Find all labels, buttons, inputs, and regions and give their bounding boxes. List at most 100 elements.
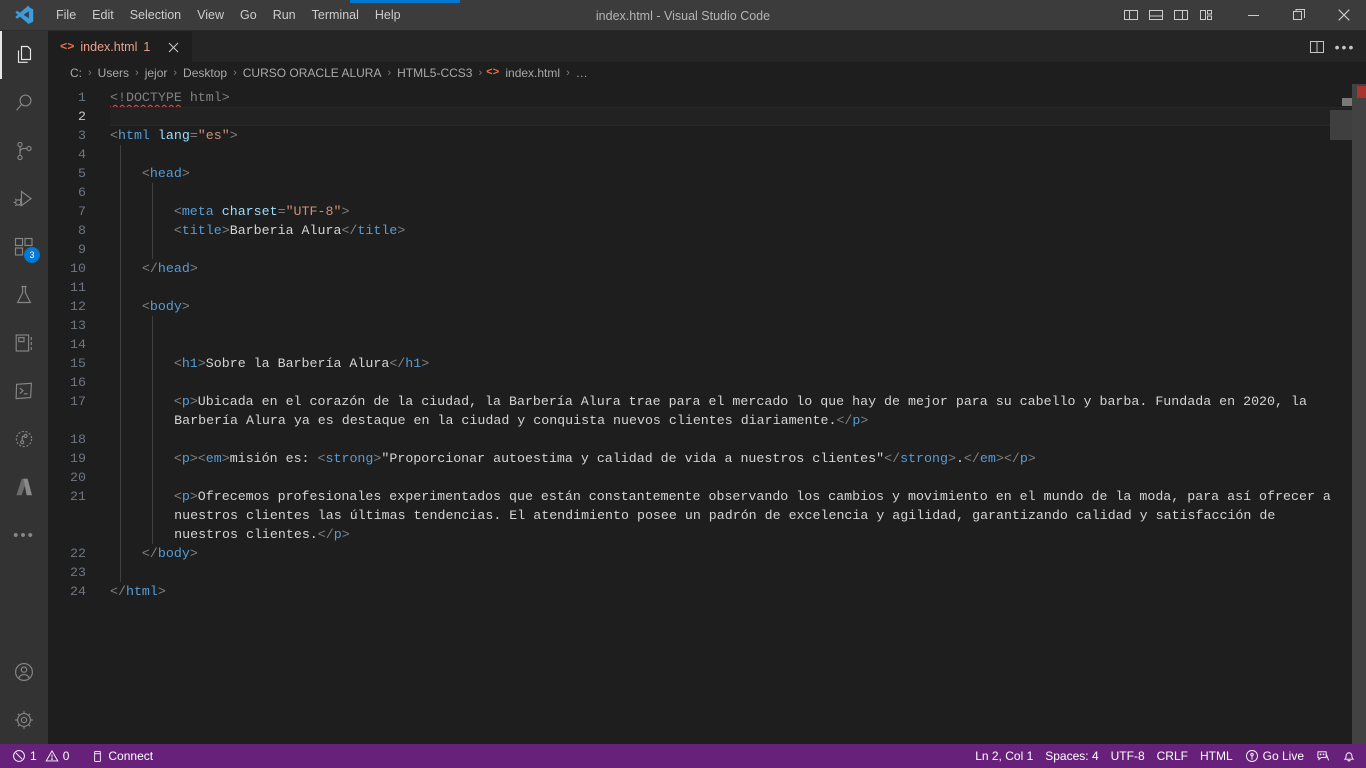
code-line[interactable]: <meta charset="UTF-8"> [110,202,1366,221]
maximize-restore-icon[interactable] [1276,0,1321,31]
indent-guide [152,316,154,335]
code-token: < [141,299,150,314]
code-line[interactable]: </head> [110,259,1366,278]
run-and-debug-icon [12,187,36,211]
activitybar-item-azure[interactable] [0,463,48,511]
activitybar-item-additional-views[interactable]: ••• [0,511,48,559]
activitybar-item-explorer[interactable] [0,31,48,79]
breadcrumb-item-users[interactable]: Users [96,66,131,80]
status-remote-connect[interactable]: Connect [85,744,159,768]
minimap-slider[interactable] [1330,110,1352,140]
status-encoding[interactable]: UTF-8 [1105,744,1151,768]
breadcrumb-item-symbols[interactable]: … [574,66,590,80]
code-line[interactable]: <h1>Sobre la Barbería Alura</h1> [110,354,1366,373]
code-visual-line: nuestros clientes.</p> [174,525,350,544]
menu-bar: File Edit Selection View Go Run Terminal… [48,0,409,31]
status-editor-feedback[interactable] [1310,744,1336,768]
breadcrumb-item-html5-ccs3[interactable]: HTML5-CCS3 [395,66,474,80]
breadcrumb-item-drive[interactable]: C: [68,66,84,80]
code-line[interactable]: <title>Barberia Alura</title> [110,221,1366,240]
code-line[interactable]: <!DOCTYPE html> [110,88,1366,107]
code-visual-line: <p><em>misión es: <strong>"Proporcionar … [110,449,1036,468]
warning-count: 0 [62,749,70,763]
breadcrumb-item-curso-oracle-alura[interactable]: CURSO ORACLE ALURA [241,66,384,80]
toggle-primary-sidebar-icon[interactable] [1120,4,1142,26]
code-visual-line: <!DOCTYPE html> [110,88,230,107]
breadcrumb-item-desktop[interactable]: Desktop [181,66,229,80]
code-token: < [173,223,182,238]
menu-run[interactable]: Run [265,0,304,31]
code-token: head [157,261,190,276]
indent-guide [152,430,154,449]
code-token: p [181,489,190,504]
code-token: title [357,223,398,238]
minimize-icon[interactable] [1231,0,1276,31]
activitybar-item-timeline[interactable] [0,415,48,463]
code-token: p [333,527,342,542]
activitybar-item-terminal-panel[interactable] [0,367,48,415]
code-line[interactable]: <p>Ofrecemos profesionales experimentado… [110,487,1366,544]
more-actions-ellipsis-icon[interactable]: ••• [1332,34,1358,60]
code-token: > [1027,451,1036,466]
close-icon[interactable] [1321,0,1366,31]
code-line[interactable] [110,240,1366,259]
activitybar-item-database[interactable] [0,319,48,367]
menu-edit[interactable]: Edit [84,0,122,31]
toggle-secondary-sidebar-icon[interactable] [1170,4,1192,26]
menu-terminal[interactable]: Terminal [304,0,367,31]
code-line[interactable]: </body> [110,544,1366,563]
menu-help[interactable]: Help [367,0,409,31]
scrollbar-thumb[interactable] [1352,84,1366,744]
editor-scrollbar[interactable] [1352,84,1366,744]
code-line[interactable]: <p><em>misión es: <strong>"Proporcionar … [110,449,1366,468]
code-line[interactable] [110,183,1366,202]
indent-guide [120,430,121,449]
menu-view[interactable]: View [189,0,232,31]
status-indentation[interactable]: Spaces: 4 [1039,744,1104,768]
status-language-mode[interactable]: HTML [1194,744,1239,768]
menu-file[interactable]: File [48,0,84,31]
code-line[interactable] [110,278,1366,297]
toggle-panel-icon[interactable] [1145,4,1167,26]
status-cursor-position[interactable]: Ln 2, Col 1 [969,744,1039,768]
code-line[interactable] [110,335,1366,354]
activitybar-item-manage-settings[interactable] [0,696,48,744]
code-line[interactable] [110,373,1366,392]
breadcrumb-item-jejor[interactable]: jejor [143,66,170,80]
code-line[interactable]: </html> [110,582,1366,601]
code-visual-line: </head> [110,259,198,278]
code-line[interactable]: <body> [110,297,1366,316]
activitybar-item-accounts[interactable] [0,648,48,696]
tab-index-html[interactable]: <> index.html 1 [48,31,194,62]
activitybar-item-run-and-debug[interactable] [0,175,48,223]
code-line[interactable]: <p>Ubicada en el corazón de la ciudad, l… [110,392,1366,430]
code-line[interactable] [110,145,1366,164]
code-line[interactable] [110,563,1366,582]
status-go-live[interactable]: Go Live [1239,744,1310,768]
line-number: 24 [70,584,86,599]
menu-go[interactable]: Go [232,0,265,31]
activitybar-item-extensions[interactable]: 3 [0,223,48,271]
breadcrumb-item-index-html[interactable]: index.html [503,66,562,80]
code-line[interactable] [110,316,1366,335]
code-content[interactable]: <!DOCTYPE html> <html lang="es"> <head> <… [100,84,1366,744]
customize-layout-icon[interactable] [1195,4,1217,26]
code-line[interactable] [110,107,1366,126]
status-eol[interactable]: CRLF [1151,744,1194,768]
split-editor-icon[interactable] [1304,34,1330,60]
feedback-smiley-icon [1316,749,1330,763]
activitybar-item-source-control[interactable] [0,127,48,175]
code-line[interactable]: <head> [110,164,1366,183]
activitybar-item-search[interactable] [0,79,48,127]
code-line[interactable] [110,430,1366,449]
code-line[interactable]: <html lang="es"> [110,126,1366,145]
tab-close-icon[interactable] [164,38,182,56]
menu-selection[interactable]: Selection [122,0,189,31]
editor-group: <> index.html 1 ••• C: › Users › jejor ›… [48,31,1366,744]
status-problems[interactable]: 1 0 [6,744,75,768]
activitybar-item-testing[interactable] [0,271,48,319]
code-editor[interactable]: 1 2 3 4 5 6 7 8 9 10 11 12 13 14 15 16 17 18 19 20 21 22 23 24 … [48,84,1366,744]
status-notifications[interactable] [1336,744,1366,768]
code-line[interactable] [110,468,1366,487]
